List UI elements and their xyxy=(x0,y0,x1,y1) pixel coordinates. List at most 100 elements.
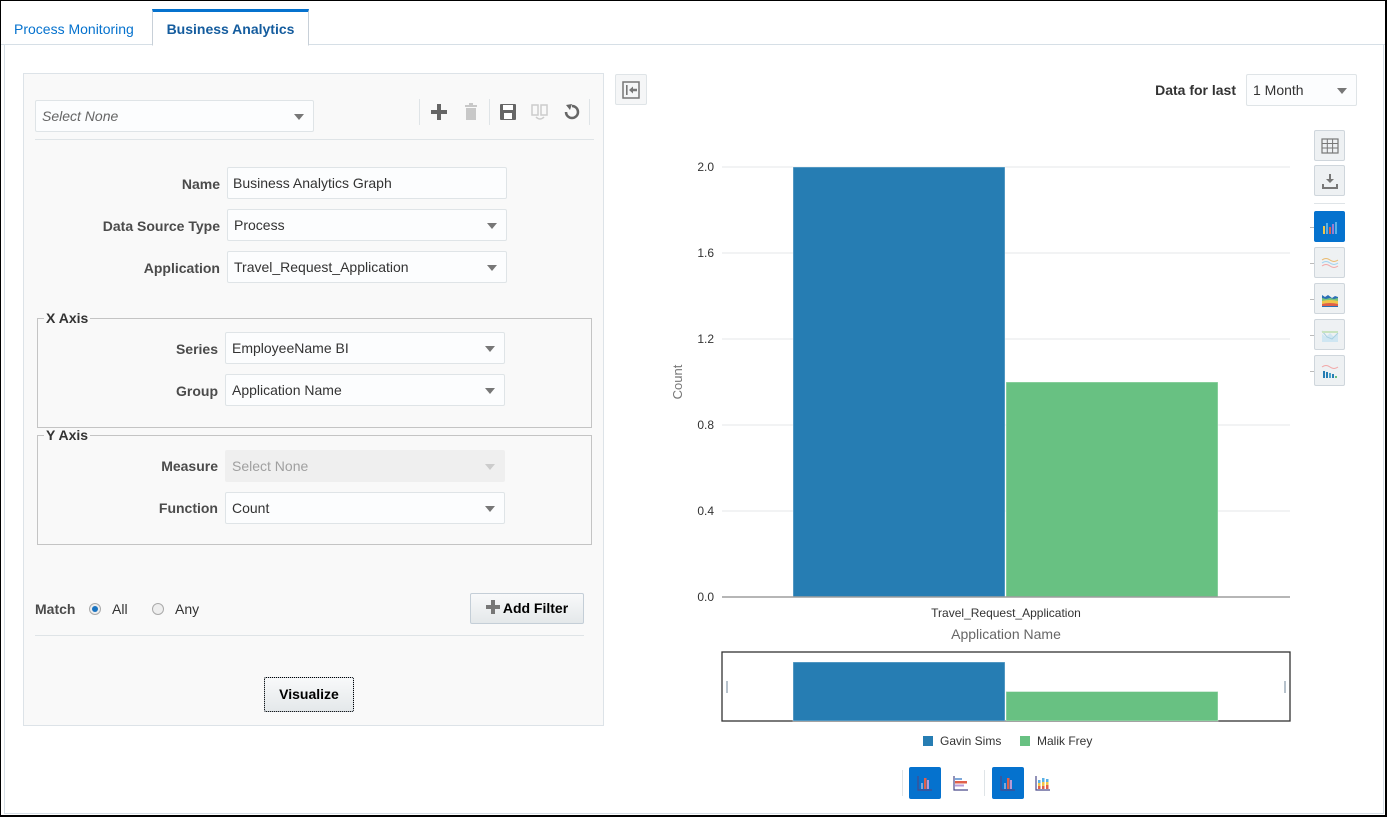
legend-label: Gavin Sims xyxy=(940,734,1001,748)
data-for-last-select[interactable]: 1 Month xyxy=(1246,74,1357,106)
save-query-button[interactable] xyxy=(497,101,519,123)
function-label: Function xyxy=(158,500,218,516)
delete-query-button[interactable] xyxy=(460,101,482,123)
bar-malik-frey xyxy=(1005,381,1219,598)
match-any-label: Any xyxy=(175,601,200,617)
tick xyxy=(1310,371,1314,372)
chevron-down-icon xyxy=(1337,88,1347,94)
bar-gavin-sims xyxy=(792,166,1006,598)
trash-icon xyxy=(465,103,477,120)
line-area-chart-type-button[interactable] xyxy=(1314,319,1345,350)
divider xyxy=(902,770,903,796)
visualize-label: Visualize xyxy=(279,686,339,702)
save-as-query-button[interactable] xyxy=(529,101,551,123)
stacked-bar-button[interactable] xyxy=(1027,767,1059,799)
download-icon xyxy=(1322,174,1338,189)
chevron-down-icon xyxy=(487,265,497,271)
legend-label: Malik Frey xyxy=(1037,734,1092,748)
horizontal-bar-button[interactable] xyxy=(945,767,977,799)
tick xyxy=(1310,335,1314,336)
y-tick-label: 0.0 xyxy=(697,590,714,604)
data-for-last-value: 1 Month xyxy=(1253,82,1304,98)
legend-swatch xyxy=(923,736,933,746)
toolbar-divider xyxy=(589,99,590,125)
y-tick-label: 0.4 xyxy=(697,504,714,518)
data-source-type-select[interactable]: Process xyxy=(227,209,507,241)
tick xyxy=(1310,263,1314,264)
bar-chart-icon xyxy=(1323,222,1337,234)
match-all-radio[interactable] xyxy=(89,603,101,615)
chevron-down-icon xyxy=(485,464,495,470)
tick xyxy=(1310,299,1314,300)
application-label: Application xyxy=(143,260,220,276)
save-as-icon xyxy=(531,104,548,120)
vertical-bar-button[interactable] xyxy=(909,767,941,799)
area-chart-icon xyxy=(1322,295,1338,307)
bar-chart: 0.0 0.4 0.8 1.2 1.6 2.0 Count Travel_Request_Ap… xyxy=(670,160,1291,748)
tab-business-analytics[interactable]: Business Analytics xyxy=(152,9,309,46)
combo-chart-type-button[interactable] xyxy=(1314,355,1345,386)
tab-process-monitoring[interactable]: Process Monitoring xyxy=(2,9,146,45)
saved-query-select[interactable]: Select None xyxy=(35,100,314,132)
line-area-chart-icon xyxy=(1321,330,1339,342)
y-axis-fieldset: Y Axis xyxy=(37,427,592,545)
vertical-bar-icon xyxy=(917,776,932,791)
plus-icon xyxy=(431,104,447,120)
series-value: EmployeeName BI xyxy=(232,340,349,356)
series-label: Series xyxy=(175,341,218,357)
divider xyxy=(1314,203,1345,204)
name-label: Name xyxy=(181,176,220,192)
group-select[interactable]: Application Name xyxy=(225,374,505,406)
tab-bar: Process Monitoring Business Analytics xyxy=(1,1,1385,46)
collapse-panel-button[interactable] xyxy=(615,74,647,105)
save-icon xyxy=(500,104,516,120)
area-chart-type-button[interactable] xyxy=(1314,283,1345,314)
group-value: Application Name xyxy=(232,382,342,398)
y-axis-legend: Y Axis xyxy=(46,427,89,443)
series-select[interactable]: EmployeeName BI xyxy=(225,332,505,364)
add-filter-label: Add Filter xyxy=(502,600,569,616)
reset-query-button[interactable] xyxy=(561,101,583,123)
chevron-down-icon xyxy=(294,114,304,120)
table-icon xyxy=(1321,138,1339,154)
name-input-value: Business Analytics Graph xyxy=(233,175,392,191)
chevron-down-icon xyxy=(485,388,495,394)
data-source-type-value: Process xyxy=(234,217,285,233)
data-for-last-label: Data for last xyxy=(1155,82,1236,98)
function-value: Count xyxy=(232,500,270,516)
chevron-down-icon xyxy=(485,346,495,352)
stacked-bar-icon xyxy=(1035,776,1050,791)
plus-icon xyxy=(485,600,500,614)
visualize-button[interactable]: Visualize xyxy=(264,677,354,712)
x-axis-legend: X Axis xyxy=(46,310,89,326)
y-axis-title: Count xyxy=(670,364,685,399)
refresh-icon xyxy=(564,104,580,120)
collapse-left-icon xyxy=(622,81,640,99)
name-input[interactable]: Business Analytics Graph xyxy=(227,167,507,199)
measure-label: Measure xyxy=(161,458,218,474)
bar-chart-type-button[interactable] xyxy=(1314,211,1345,242)
overview-bar-gavin-sims xyxy=(792,661,1006,722)
x-tick-label: Travel_Request_Application xyxy=(931,606,1081,620)
x-axis-title: Application Name xyxy=(951,626,1061,642)
add-filter-button[interactable]: Add Filter xyxy=(470,593,584,624)
add-query-button[interactable] xyxy=(428,101,450,123)
horizontal-bar-icon xyxy=(953,776,968,791)
clustered-bar-icon xyxy=(1000,776,1015,791)
line-chart-type-button[interactable] xyxy=(1314,247,1345,278)
match-any-radio[interactable] xyxy=(152,603,164,615)
x-axis-fieldset: X Axis xyxy=(37,310,592,428)
measure-value: Select None xyxy=(232,458,309,474)
application-select[interactable]: Travel_Request_Application xyxy=(227,251,507,283)
group-label: Group xyxy=(176,383,218,399)
download-button[interactable] xyxy=(1314,165,1345,196)
query-editor-panel: Select None Name Business Analytics Grap… xyxy=(23,73,604,726)
y-tick-label: 0.8 xyxy=(697,418,714,432)
function-select[interactable]: Count xyxy=(225,492,505,524)
clustered-bar-button[interactable] xyxy=(992,767,1024,799)
table-view-button[interactable] xyxy=(1314,130,1345,161)
chevron-down-icon xyxy=(487,223,497,229)
line-chart-icon xyxy=(1321,258,1339,268)
divider xyxy=(35,635,584,636)
overview-left-handle xyxy=(726,681,728,693)
